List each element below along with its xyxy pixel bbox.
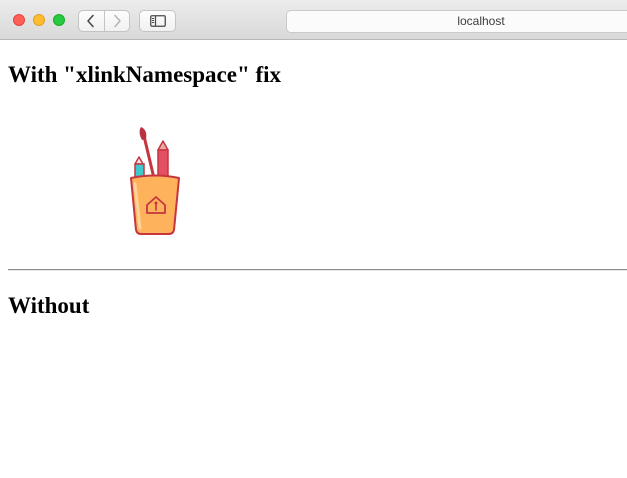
heading-with-fix: With "xlinkNamespace" fix [8,62,282,87]
address-bar[interactable]: localhost [286,10,627,33]
pencil-cup-icon [130,127,180,235]
forward-button[interactable] [103,11,130,31]
maximize-window-button[interactable] [53,14,65,26]
pencil-icon [157,140,169,179]
address-text: localhost [457,14,505,28]
heading-without-fix: Without [8,293,90,318]
chevron-right-icon [113,14,121,28]
minimize-window-button[interactable] [33,14,45,26]
close-window-button[interactable] [13,14,25,26]
browser-window: localhost With "xlinkNamespace" fix With… [0,0,627,478]
marker-icon [134,156,145,179]
browser-toolbar: localhost [0,0,627,40]
navigation-buttons [78,10,130,32]
chevron-left-icon [87,14,95,28]
sidebar-toggle-button[interactable] [139,10,176,32]
cup-icon [130,174,180,235]
back-button[interactable] [79,11,104,31]
sidebar-icon [149,15,166,27]
horizontal-rule [8,269,627,271]
